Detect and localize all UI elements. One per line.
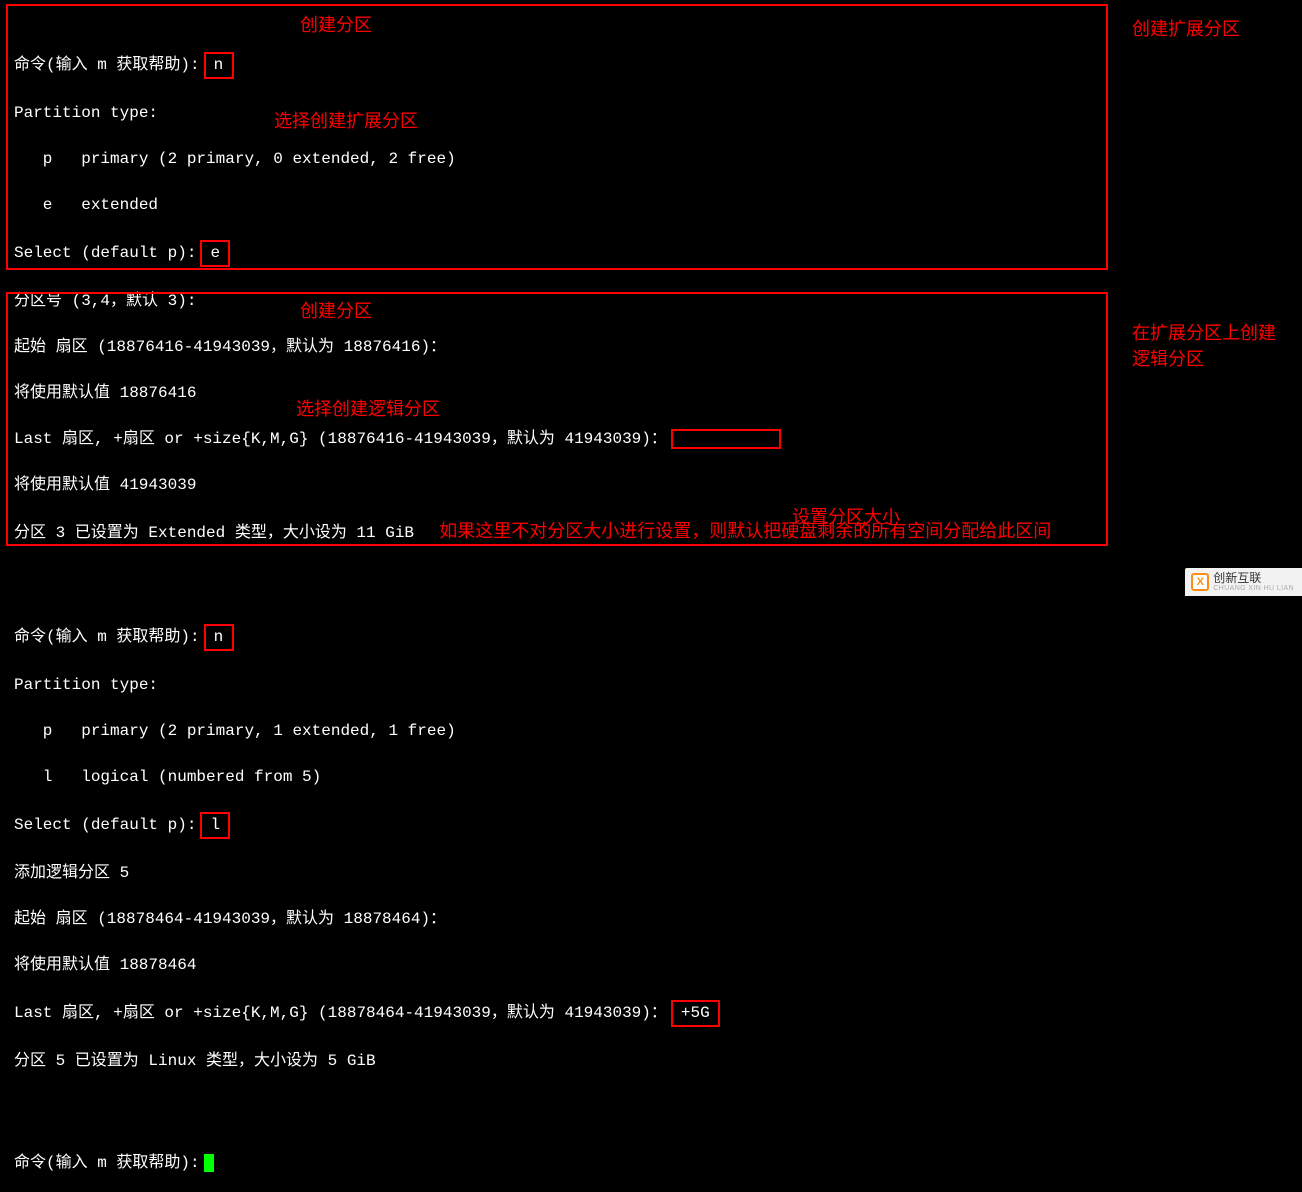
select-prompt: Select (default p):	[14, 244, 196, 262]
select-extended-annotation: 选择创建扩展分区	[274, 110, 418, 133]
start-sector-prompt: 起始 扇区 (18876416-41943039，默认为 18876416)：	[14, 336, 1292, 359]
terminal-output: 命令(输入 m 获取帮助):n Partition type: p primar…	[0, 0, 1302, 1192]
create-partition-annotation: 创建分区	[300, 14, 372, 37]
partition-type-primary: p primary (2 primary, 1 extended, 1 free…	[14, 720, 1292, 743]
partition-type-extended: e extended	[14, 194, 1292, 217]
side-extended-annotation: 创建扩展分区	[1132, 18, 1240, 41]
default-start-msg: 将使用默认值 18878464	[14, 954, 1292, 977]
command-prompt: 命令(输入 m 获取帮助):	[14, 1154, 200, 1172]
partition-result: 分区 3 已设置为 Extended 类型，大小设为 11 GiB	[14, 524, 433, 542]
command-input[interactable]: n	[204, 624, 234, 651]
last-sector-input[interactable]	[671, 429, 781, 449]
command-prompt: 命令(输入 m 获取帮助):	[14, 56, 200, 74]
partition-type-header: Partition type:	[14, 674, 1292, 697]
partition-type-primary: p primary (2 primary, 0 extended, 2 free…	[14, 148, 1292, 171]
partition-result: 分区 5 已设置为 Linux 类型，大小设为 5 GiB	[14, 1050, 1292, 1073]
command-input[interactable]: n	[204, 52, 234, 79]
partition-number-prompt: 分区号 (3,4，默认 3):	[14, 290, 1292, 313]
command-prompt: 命令(输入 m 获取帮助):	[14, 628, 200, 646]
partition-type-header: Partition type:	[14, 102, 1292, 125]
size-note-annotation: 如果这里不对分区大小进行设置，则默认把硬盘剩余的所有空间分配给此区间	[439, 521, 1051, 541]
side-logical-annotation: 在扩展分区上创建逻辑分区	[1132, 320, 1292, 372]
last-sector-prompt: Last 扇区, +扇区 or +size{K,M,G} (18876416-4…	[14, 430, 667, 448]
watermark: X 创新互联 CHUANG XIN HU LIAN	[1185, 568, 1302, 596]
select-logical-annotation: 选择创建逻辑分区	[296, 398, 440, 421]
last-sector-prompt: Last 扇区, +扇区 or +size{K,M,G} (18878464-4…	[14, 1004, 667, 1022]
start-sector-prompt: 起始 扇区 (18878464-41943039，默认为 18878464)：	[14, 908, 1292, 931]
select-input[interactable]: e	[200, 240, 230, 267]
add-logical-msg: 添加逻辑分区 5	[14, 862, 1292, 885]
create-partition-annotation-2: 创建分区	[300, 300, 372, 323]
watermark-logo-icon: X	[1191, 573, 1209, 591]
select-input[interactable]: l	[200, 812, 230, 839]
default-last-msg: 将使用默认值 41943039	[14, 474, 1292, 497]
partition-type-logical: l logical (numbered from 5)	[14, 766, 1292, 789]
watermark-text-en: CHUANG XIN HU LIAN	[1213, 585, 1294, 592]
last-sector-input[interactable]: +5G	[671, 1000, 720, 1027]
select-prompt: Select (default p):	[14, 816, 196, 834]
default-start-msg: 将使用默认值 18876416	[14, 382, 1292, 405]
set-size-annotation: 设置分区大小	[792, 506, 900, 529]
watermark-text-cn: 创新互联	[1213, 572, 1294, 584]
cursor-icon	[204, 1154, 214, 1172]
